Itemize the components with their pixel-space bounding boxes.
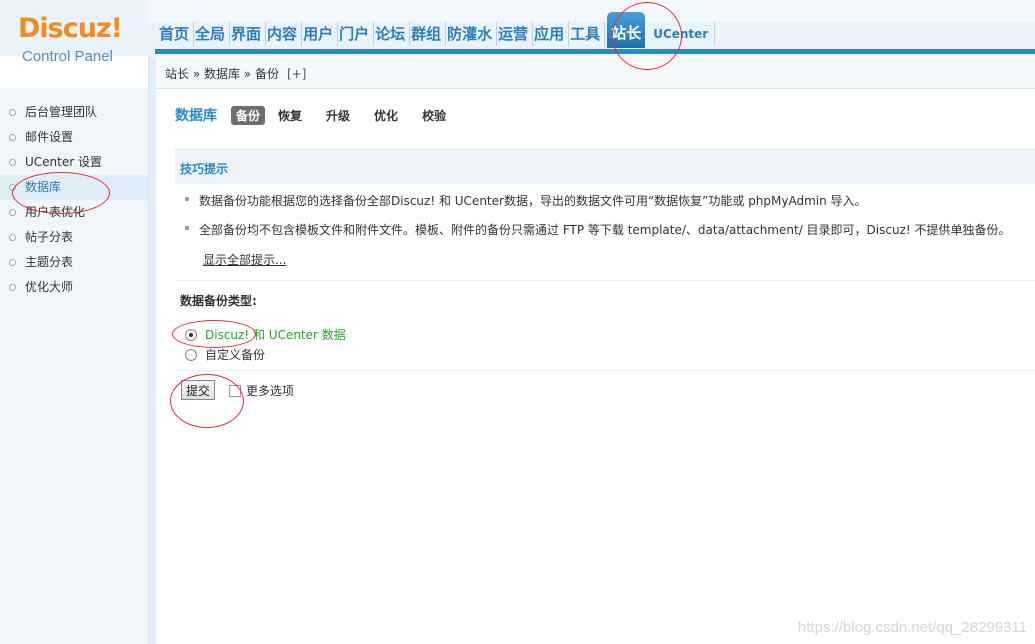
top-nav: 首页 全局 界面 内容 用户 门户 论坛 群组 防灌水 运营 应用 工具 站长 … (158, 12, 716, 48)
tab-optimize[interactable]: 优化 (369, 106, 403, 125)
watermark: https://blog.csdn.net/qq_28299311 (797, 619, 1027, 636)
submit-button[interactable]: 提交 (181, 380, 215, 400)
tab-check[interactable]: 校验 (417, 106, 451, 125)
radio-discuz-ucenter[interactable] (185, 328, 197, 341)
header: Discuz! Control Panel 首页 全局 界面 内容 用户 门户 … (0, 0, 1035, 65)
option-label-discuz: Discuz! (205, 327, 250, 342)
sidebar-item-admin-team[interactable]: 后台管理团队 (0, 100, 148, 125)
tab-upgrade[interactable]: 升级 (321, 106, 355, 125)
sidebar-divider (148, 56, 156, 644)
sidebar-item-database[interactable]: 数据库 (0, 175, 148, 200)
more-options-label: 更多选项 (246, 384, 295, 398)
nav-item-interface[interactable]: 界面 (230, 22, 267, 46)
nav-item-ucenter[interactable]: UCenter (647, 22, 716, 46)
tip-item: 全部备份均不包含模板文件和附件文件。模板、附件的备份只需通过 FTP 等下载 t… (185, 223, 1011, 237)
nav-item-apps[interactable]: 应用 (533, 22, 570, 46)
more-options[interactable]: 更多选项 (229, 382, 294, 399)
tab-restore[interactable]: 恢复 (273, 106, 307, 125)
sidebar-item-optimizer[interactable]: 优化大师 (0, 275, 148, 300)
nav-underline-bar (155, 49, 1035, 54)
nav-item-forum[interactable]: 论坛 (374, 22, 411, 46)
tips-title: 技巧提示 (180, 162, 229, 176)
nav-item-home[interactable]: 首页 (158, 22, 195, 46)
nav-item-users[interactable]: 用户 (302, 22, 339, 46)
option-label-and: 和 (249, 328, 269, 342)
sidebar-item-thread-split[interactable]: 主题分表 (0, 250, 148, 275)
nav-item-operations[interactable]: 运营 (497, 22, 534, 46)
option-discuz-ucenter[interactable]: Discuz! 和 UCenter 数据 (185, 326, 346, 343)
logo-wordmark: Discuz! (18, 13, 123, 44)
backup-type-label: 数据备份类型: (180, 294, 257, 308)
title-row: 数据库 备份 恢复 升级 优化 校验 (175, 105, 465, 125)
sidebar-item-user-table-optimize[interactable]: 用户表优化 (0, 200, 148, 225)
nav-item-anti-spam[interactable]: 防灌水 (446, 22, 498, 46)
divider (175, 370, 1035, 371)
logo-subtitle: Control Panel (22, 48, 113, 65)
option-custom-backup[interactable]: 自定义备份 (185, 346, 265, 363)
tips-header: 技巧提示 (175, 149, 1035, 184)
header-top-band (148, 0, 1035, 22)
sidebar-item-ucenter-settings[interactable]: UCenter 设置 (0, 150, 148, 175)
more-options-checkbox[interactable] (229, 384, 241, 397)
nav-item-webmaster[interactable]: 站长 (607, 12, 646, 48)
sidebar-menu: 后台管理团队 邮件设置 UCenter 设置 数据库 用户表优化 帖子分表 主题… (0, 88, 148, 300)
divider (175, 280, 1035, 281)
show-all-tips-link[interactable]: 显示全部提示... (203, 251, 286, 268)
sidebar-item-post-split[interactable]: 帖子分表 (0, 225, 148, 250)
add-shortcut-link[interactable]: [+] (287, 67, 306, 81)
breadcrumb: 站长 » 数据库 » 备份 [+] (165, 65, 306, 82)
nav-item-content[interactable]: 内容 (266, 22, 303, 46)
page-title: 数据库 (175, 108, 217, 124)
nav-item-portal[interactable]: 门户 (338, 22, 375, 46)
main-content: 数据库 备份 恢复 升级 优化 校验 技巧提示 数据备份功能根据您的选择备份全部… (175, 88, 1035, 644)
breadcrumb-text: 站长 » 数据库 » 备份 (165, 67, 279, 81)
nav-item-tools[interactable]: 工具 (569, 22, 606, 46)
breadcrumb-bar: 站长 » 数据库 » 备份 [+] (155, 58, 1035, 89)
nav-item-global[interactable]: 全局 (194, 22, 231, 46)
tab-backup[interactable]: 备份 (231, 105, 266, 125)
option-label-custom: 自定义备份 (205, 348, 266, 362)
radio-custom-backup[interactable] (185, 348, 197, 361)
sidebar-item-mail-settings[interactable]: 邮件设置 (0, 125, 148, 150)
logo[interactable]: Discuz! Control Panel (18, 14, 143, 66)
tip-item: 数据备份功能根据您的选择备份全部Discuz! 和 UCenter数据，导出的数… (185, 194, 867, 208)
nav-item-groups[interactable]: 群组 (410, 22, 447, 46)
sidebar: 后台管理团队 邮件设置 UCenter 设置 数据库 用户表优化 帖子分表 主题… (0, 88, 148, 644)
option-label-ucenter: UCenter 数据 (268, 328, 346, 342)
